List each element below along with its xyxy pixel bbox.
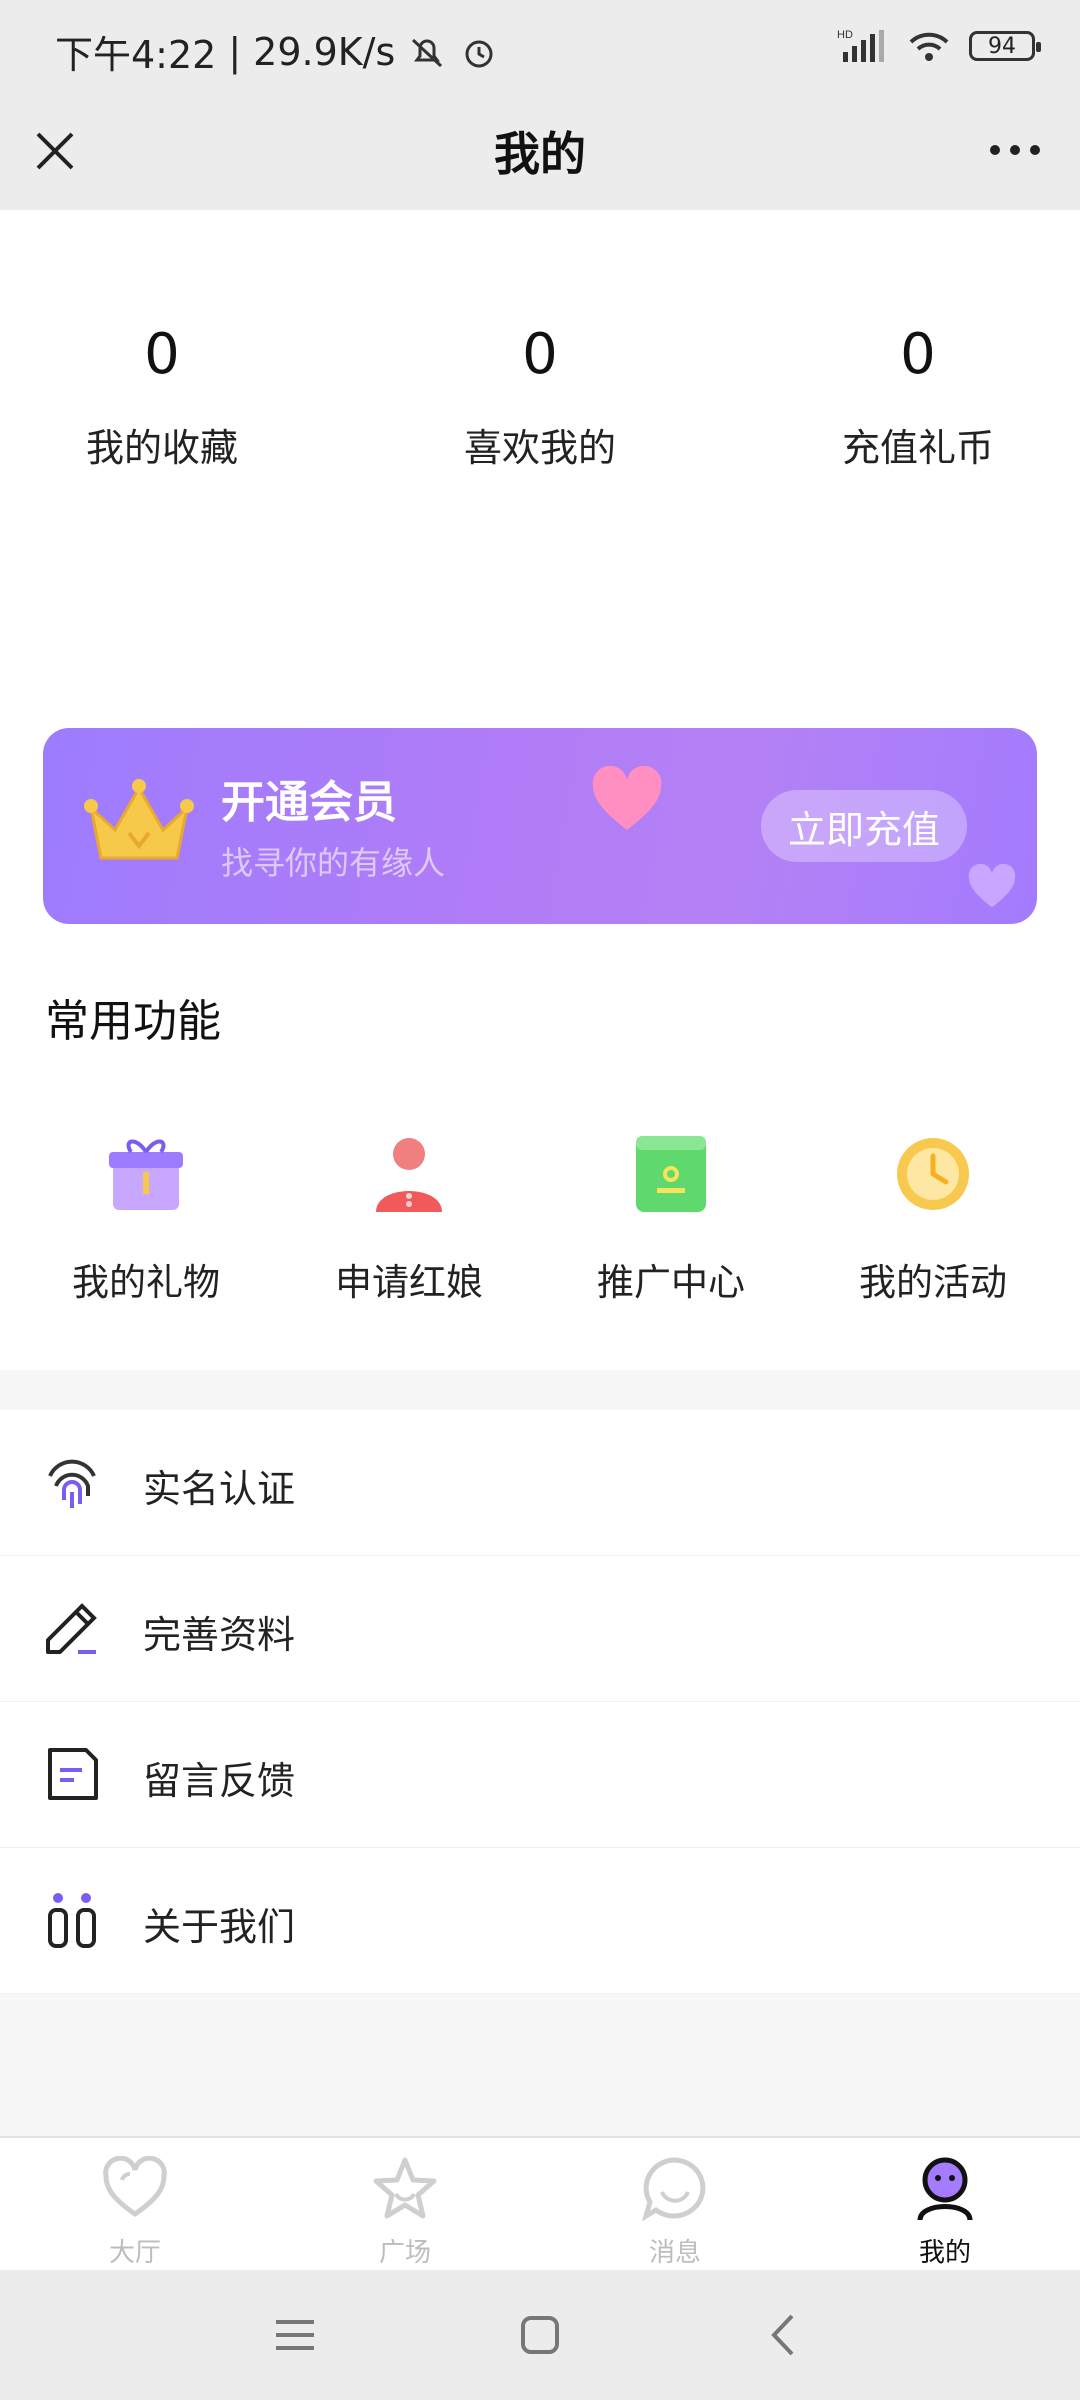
profile-icon <box>917 2157 973 2221</box>
wifi-icon <box>909 32 949 61</box>
section-title: 常用功能 <box>45 996 221 1047</box>
tab-hall[interactable]: 大厅 <box>65 2155 205 2269</box>
stat-label: 喜欢我的 <box>463 426 616 470</box>
battery-indicator: 94 <box>969 31 1041 61</box>
stat-liked-me[interactable]: 0 喜欢我的 <box>400 315 680 472</box>
list-item-label: 完善资料 <box>143 1613 296 1657</box>
back-icon[interactable] <box>760 2310 810 2360</box>
tab-bar: 大厅 广场 消息 我的 <box>0 2136 1080 2272</box>
heart-icon <box>103 2155 167 2218</box>
signal-icon: HD <box>837 29 884 62</box>
tab-label: 广场 <box>378 2238 431 2268</box>
stat-value: 0 <box>522 322 558 387</box>
promotion-icon <box>636 1136 706 1212</box>
alarm-icon <box>465 40 493 67</box>
stat-label: 我的收藏 <box>85 426 238 470</box>
list-item-label: 留言反馈 <box>143 1759 296 1803</box>
list-item-complete-profile[interactable]: 完善资料 <box>0 1556 1080 1702</box>
page-title: 我的 <box>494 127 586 181</box>
fingerprint-icon <box>48 1459 96 1508</box>
stats-row: 0 我的收藏 0 喜欢我的 0 充值礼币 <box>0 315 1080 695</box>
edit-icon <box>46 1603 97 1654</box>
recharge-button[interactable]: 立即充值 <box>761 790 967 862</box>
list-item-label: 实名认证 <box>143 1467 296 1511</box>
about-icon <box>48 1893 96 1948</box>
heart-decoration-icon <box>592 766 662 830</box>
vip-subtitle: 找寻你的有缘人 <box>221 844 446 882</box>
func-label: 我的活动 <box>859 1261 1007 1304</box>
vip-banner[interactable]: 开通会员 找寻你的有缘人 立即充值 <box>43 728 1037 924</box>
func-label: 我的礼物 <box>72 1261 220 1304</box>
crown-icon <box>84 779 194 860</box>
func-my-gifts[interactable]: 我的礼物 <box>15 1128 277 1306</box>
heart-decoration-small-icon <box>968 864 1016 908</box>
func-promotion-center[interactable]: 推广中心 <box>540 1128 802 1306</box>
vip-title: 开通会员 <box>221 777 397 828</box>
matchmaker-icon <box>376 1138 442 1212</box>
list-item-feedback[interactable]: 留言反馈 <box>0 1702 1080 1848</box>
stat-value: 0 <box>900 322 936 387</box>
func-label: 申请红娘 <box>335 1261 483 1304</box>
tab-label: 大厅 <box>108 2238 161 2268</box>
func-apply-matchmaker[interactable]: 申请红娘 <box>278 1128 540 1306</box>
stat-gift-coins[interactable]: 0 充值礼币 <box>778 315 1058 472</box>
tab-square[interactable]: 广场 <box>335 2156 475 2269</box>
star-icon <box>373 2157 437 2219</box>
mute-icon <box>412 38 443 67</box>
list-item-about-us[interactable]: 关于我们 <box>0 1848 1080 1994</box>
home-icon[interactable] <box>515 2310 565 2360</box>
menu-list: 实名认证 完善资料 留言反馈 关于我们 <box>0 1410 1080 1994</box>
stat-label: 充值礼币 <box>841 426 994 470</box>
tab-label: 我的 <box>918 2238 971 2268</box>
list-item-real-name-auth[interactable]: 实名认证 <box>0 1410 1080 1556</box>
stat-value: 0 <box>144 322 180 387</box>
list-item-label: 关于我们 <box>143 1905 296 1949</box>
network-speed: 29.9K/s <box>253 29 396 74</box>
system-nav-bar <box>0 2270 1080 2400</box>
tab-mine[interactable]: 我的 <box>875 2156 1015 2269</box>
feedback-icon <box>48 1748 98 1800</box>
menu-icon[interactable] <box>270 2310 320 2360</box>
func-label: 推广中心 <box>597 1261 745 1304</box>
func-my-activities[interactable]: 我的活动 <box>802 1128 1064 1306</box>
more-icon[interactable] <box>985 130 1045 170</box>
status-bar: 下午4:22 | 29.9K/s HD 94 <box>0 0 1080 96</box>
activity-icon <box>897 1138 969 1210</box>
message-icon <box>641 2157 706 2222</box>
status-left: 下午4:22 | 29.9K/s <box>55 24 499 79</box>
status-divider: | <box>228 29 242 74</box>
gift-icon <box>109 1139 183 1210</box>
status-right: HD 94 <box>837 28 1041 64</box>
nav-bar: 我的 <box>0 96 1080 210</box>
status-time: 下午4:22 <box>55 33 217 77</box>
network-type: HD <box>837 29 853 41</box>
tab-messages[interactable]: 消息 <box>605 2156 745 2269</box>
stat-favorites[interactable]: 0 我的收藏 <box>22 315 302 472</box>
tab-label: 消息 <box>648 2238 701 2268</box>
